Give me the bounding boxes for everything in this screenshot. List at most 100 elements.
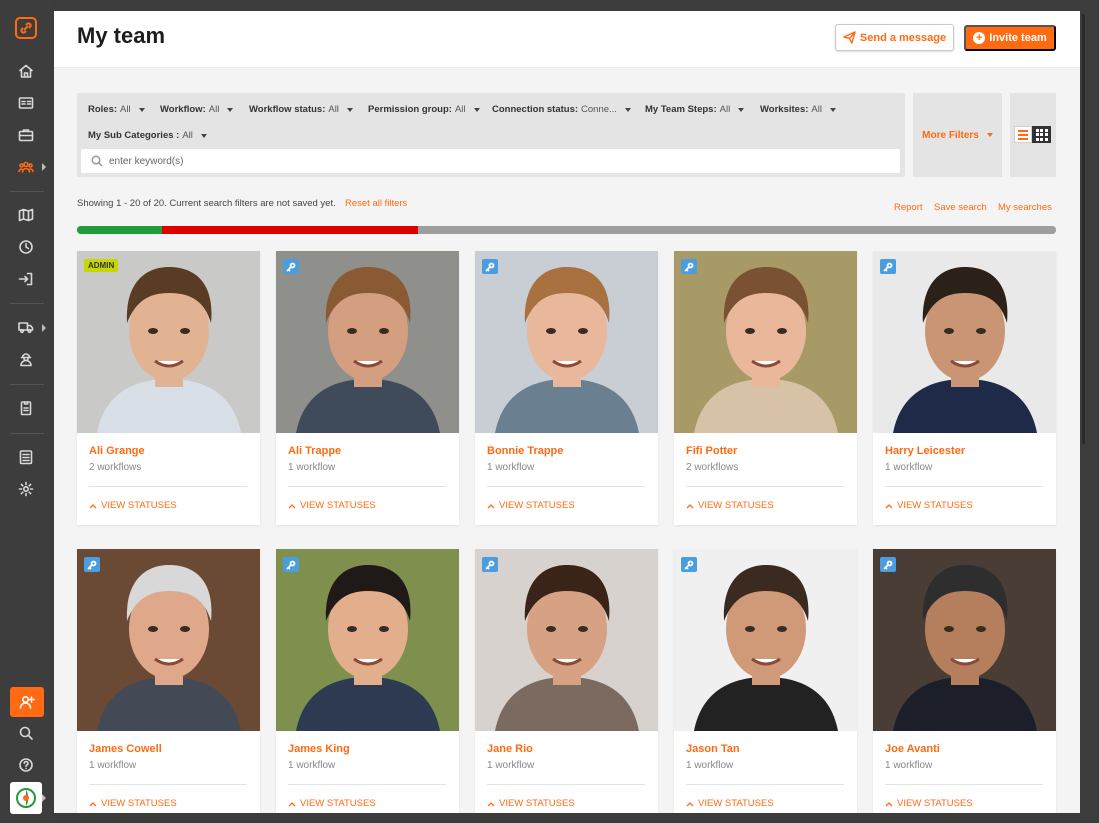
worker-icon[interactable] [10, 345, 42, 373]
key-icon [482, 557, 498, 572]
clock-icon[interactable] [10, 233, 42, 261]
filter-permission-group[interactable]: Permission group: All [368, 104, 480, 115]
send-message-button[interactable]: Send a message [835, 24, 954, 51]
member-card[interactable]: Fifi Potter 2 workflows VIEW STATUSES [674, 251, 857, 525]
member-workflow-count: 1 workflow [885, 760, 933, 771]
member-photo [77, 549, 260, 731]
filter-workflow-status[interactable]: Workflow status: All [249, 104, 353, 115]
map-icon[interactable] [10, 201, 42, 229]
member-name[interactable]: Ali Trappe [288, 445, 341, 457]
filter-connection-status[interactable]: Connection status: Conne... [492, 104, 631, 115]
member-photo [77, 251, 260, 433]
checklist-icon[interactable] [10, 443, 42, 471]
filter-my-team-steps[interactable]: My Team Steps: All [645, 104, 745, 115]
more-filters-button[interactable]: More Filters [913, 93, 1002, 177]
plus-circle-icon: + [973, 32, 986, 44]
member-name[interactable]: Joe Avanti [885, 743, 940, 755]
caret-down-icon [138, 107, 145, 112]
link-logo-icon[interactable] [15, 17, 37, 39]
view-statuses-button[interactable]: VIEW STATUSES [487, 798, 575, 809]
member-card[interactable]: James King 1 workflow VIEW STATUSES [276, 549, 459, 813]
filter-value: All [811, 104, 822, 115]
filter-my-sub-categories[interactable]: My Sub Categories : All [88, 130, 207, 141]
member-card[interactable]: Ali Trappe 1 workflow VIEW STATUSES [276, 251, 459, 525]
member-card[interactable]: James Cowell 1 workflow VIEW STATUSES [77, 549, 260, 813]
grid-view-icon[interactable] [1032, 126, 1051, 143]
list-view-icon[interactable] [1014, 126, 1032, 143]
chevron-up-icon [89, 801, 97, 806]
sign-in-icon[interactable] [10, 265, 42, 293]
member-photo [475, 251, 658, 433]
search-icon[interactable] [10, 719, 42, 747]
member-name[interactable]: Harry Leicester [885, 445, 965, 457]
invite-team-label: Invite team [989, 32, 1047, 44]
key-icon [880, 259, 896, 274]
team-icon[interactable] [10, 153, 42, 181]
filter-workflow[interactable]: Workflow: All [160, 104, 234, 115]
chevron-up-icon [487, 801, 495, 806]
help-icon[interactable] [10, 751, 42, 779]
member-card[interactable]: ADMIN Ali Grange 2 workflows VIEW STATUSES [77, 251, 260, 525]
results-summary: Showing 1 - 20 of 20. Current search fil… [77, 198, 336, 209]
view-statuses-button[interactable]: VIEW STATUSES [885, 798, 973, 809]
status-segment [77, 226, 163, 234]
keyword-search-input[interactable] [109, 155, 889, 167]
member-workflow-count: 1 workflow [686, 760, 734, 771]
view-statuses-button[interactable]: VIEW STATUSES [885, 500, 973, 511]
view-statuses-label: VIEW STATUSES [499, 798, 575, 809]
home-icon[interactable] [10, 57, 42, 85]
id-card-icon[interactable] [10, 89, 42, 117]
member-name[interactable]: Fifi Potter [686, 445, 737, 457]
caret-down-icon [200, 133, 207, 138]
member-photo [873, 251, 1056, 433]
member-name[interactable]: Ali Grange [89, 445, 145, 457]
report-link[interactable]: Report [894, 202, 923, 213]
caret-down-icon [829, 107, 836, 112]
member-workflow-count: 1 workflow [288, 760, 336, 771]
status-segment [162, 226, 418, 234]
scrollbar[interactable] [1082, 14, 1085, 444]
member-card[interactable]: Jason Tan 1 workflow VIEW STATUSES [674, 549, 857, 813]
member-card[interactable]: Harry Leicester 1 workflow VIEW STATUSES [873, 251, 1056, 525]
admin-badge: ADMIN [84, 259, 119, 272]
member-card[interactable]: Jane Rio 1 workflow VIEW STATUSES [475, 549, 658, 813]
briefcase-icon[interactable] [10, 121, 42, 149]
view-statuses-button[interactable]: VIEW STATUSES [89, 798, 177, 809]
view-statuses-button[interactable]: VIEW STATUSES [288, 798, 376, 809]
view-statuses-label: VIEW STATUSES [101, 798, 177, 809]
chevron-up-icon [89, 503, 97, 508]
account-avatar[interactable] [10, 782, 42, 814]
filter-panel: Roles: All Workflow: All Workflow status: A… [77, 93, 905, 177]
member-name[interactable]: Jane Rio [487, 743, 533, 755]
member-photo [475, 549, 658, 731]
reset-filters-link[interactable]: Reset all filters [345, 198, 407, 209]
filter-roles[interactable]: Roles: All [88, 104, 145, 115]
filter-worksites[interactable]: Worksites: All [760, 104, 836, 115]
add-user-icon[interactable] [10, 687, 44, 717]
card-divider [885, 784, 1043, 785]
filter-label: Worksites: [760, 104, 809, 115]
badge-icon[interactable] [10, 394, 42, 422]
sidebar-divider [10, 384, 44, 385]
member-card[interactable]: Joe Avanti 1 workflow VIEW STATUSES [873, 549, 1056, 813]
view-statuses-button[interactable]: VIEW STATUSES [89, 500, 177, 511]
member-name[interactable]: James King [288, 743, 350, 755]
status-progress-bar [77, 226, 1056, 234]
save-search-link[interactable]: Save search [934, 202, 987, 213]
member-card[interactable]: Bonnie Trappe 1 workflow VIEW STATUSES [475, 251, 658, 525]
view-statuses-button[interactable]: VIEW STATUSES [288, 500, 376, 511]
my-searches-link[interactable]: My searches [998, 202, 1052, 213]
member-name[interactable]: James Cowell [89, 743, 162, 755]
card-divider [89, 784, 247, 785]
truck-icon[interactable] [10, 313, 42, 341]
gear-icon[interactable] [10, 475, 42, 503]
view-statuses-button[interactable]: VIEW STATUSES [487, 500, 575, 511]
view-statuses-button[interactable]: VIEW STATUSES [686, 500, 774, 511]
member-name[interactable]: Jason Tan [686, 743, 740, 755]
invite-team-button[interactable]: + Invite team [964, 25, 1056, 51]
chevron-up-icon [288, 801, 296, 806]
view-statuses-button[interactable]: VIEW STATUSES [686, 798, 774, 809]
member-name[interactable]: Bonnie Trappe [487, 445, 563, 457]
filter-value: All [182, 130, 193, 141]
filter-value: All [719, 104, 731, 115]
